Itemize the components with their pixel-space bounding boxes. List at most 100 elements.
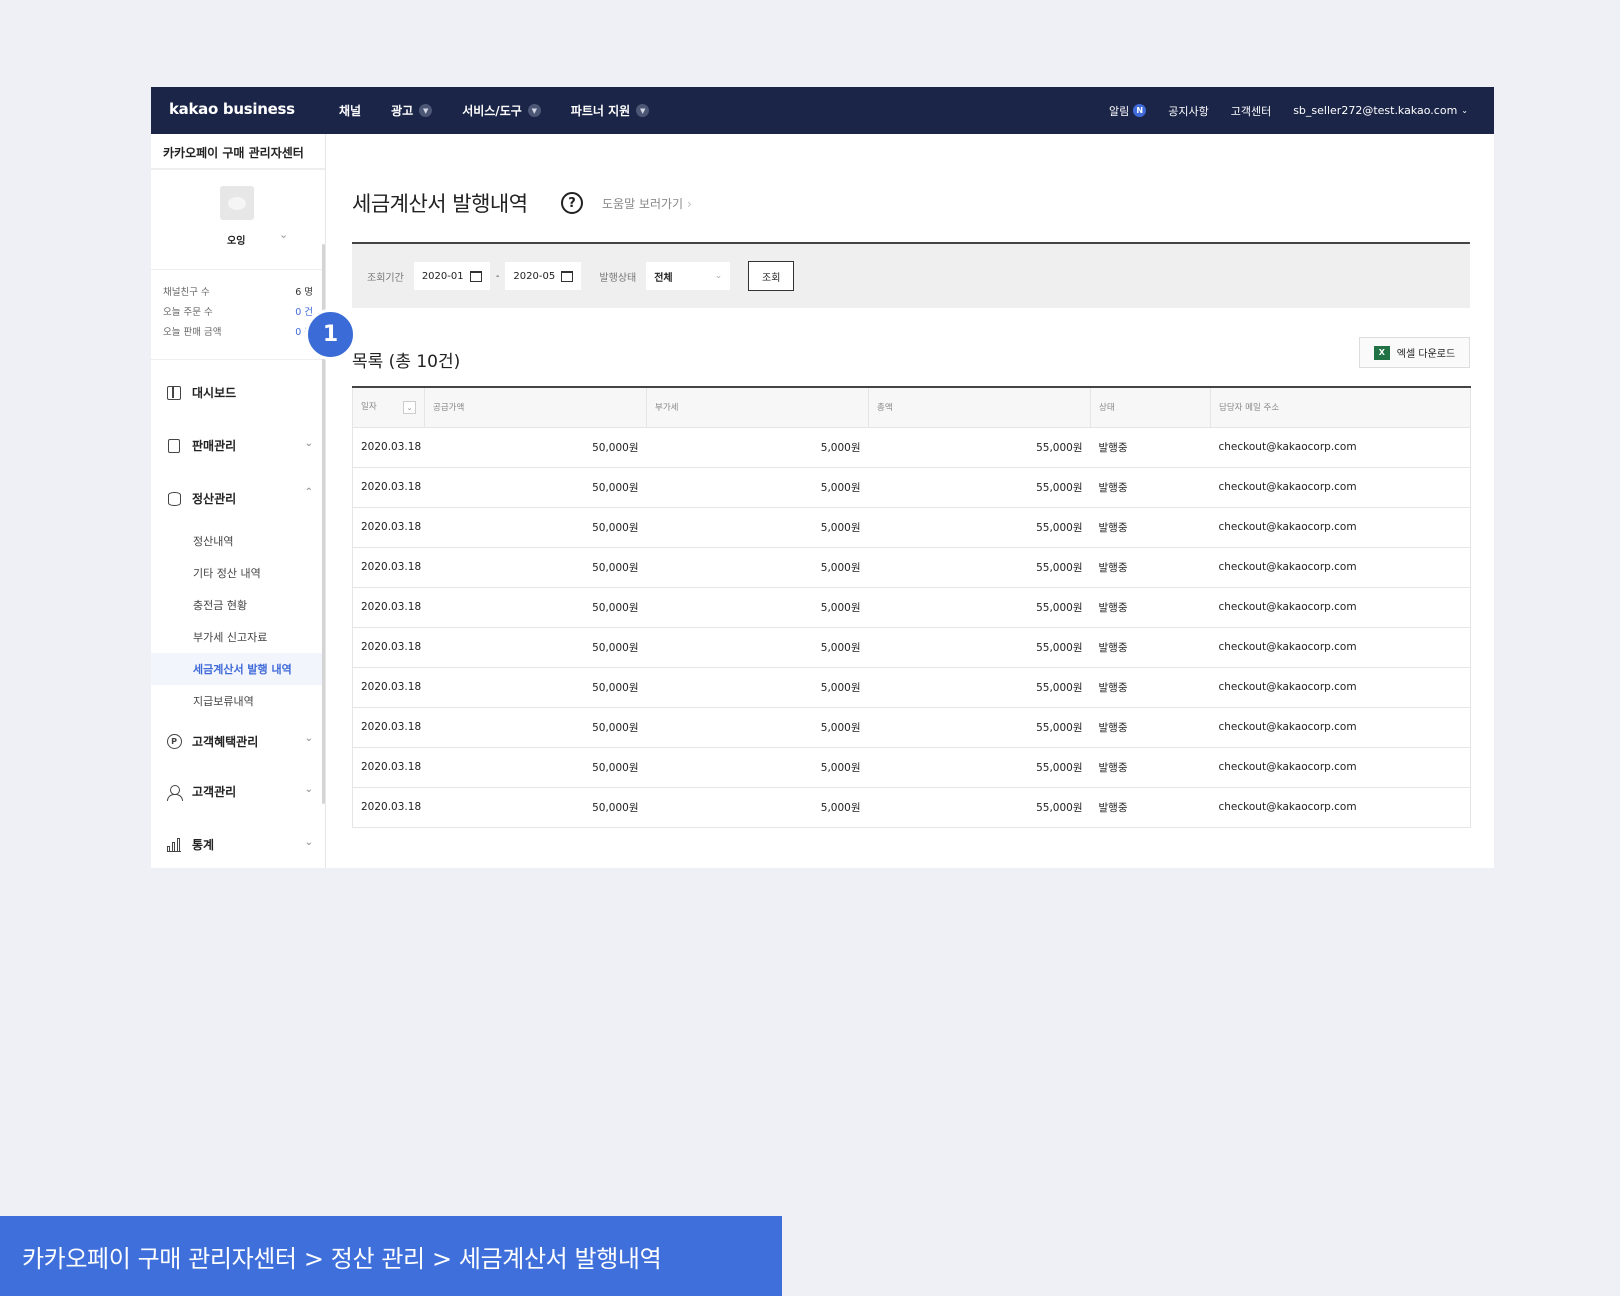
cell-total: 55,000원 bbox=[868, 627, 1091, 668]
table-row[interactable]: 2020.03.18 50,000원 5,000원 55,000원 발행중 checkou… bbox=[352, 667, 1471, 708]
sidebar-subitem-payment-hold[interactable]: 지급보류내역 bbox=[151, 685, 325, 717]
sidebar-item-settlement[interactable]: 정산관리 ⌃ bbox=[151, 472, 325, 525]
sidebar-item-label: 정산관리 bbox=[192, 492, 237, 506]
utility-nav: 알림 N 공지사항 고객센터 sb_seller272@test.kakao.c… bbox=[1087, 87, 1468, 134]
cell-manager-email: checkout@kakaocorp.com bbox=[1210, 747, 1471, 788]
chevron-right-icon: › bbox=[686, 197, 692, 211]
cell-vat: 5,000원 bbox=[646, 427, 869, 468]
sidebar-subitem-settlement-history[interactable]: 정산내역 bbox=[151, 525, 325, 557]
date-to-picker[interactable]: 2020-05 bbox=[505, 262, 582, 290]
sidebar-title: 카카오페이 구매 관리자센터 bbox=[151, 134, 325, 170]
table-row[interactable]: 2020.03.18 50,000원 5,000원 55,000원 발행중 checkou… bbox=[352, 747, 1471, 788]
sidebar: 카카오페이 구매 관리자센터 오잉 ⌄ 채널친구 수 6 명 오늘 주문 수 0… bbox=[151, 134, 326, 868]
clipboard-icon bbox=[166, 438, 182, 454]
sort-dropdown-icon[interactable]: ⌄ bbox=[403, 401, 416, 415]
account-menu[interactable]: sb_seller272@test.kakao.com ⌄ bbox=[1293, 104, 1468, 117]
sidebar-item-dashboard[interactable]: 대시보드 bbox=[151, 366, 325, 419]
customer-center-link[interactable]: 고객센터 bbox=[1231, 103, 1271, 119]
cell-status: 발행중 bbox=[1090, 507, 1211, 548]
cell-date: 2020.03.18 bbox=[352, 547, 425, 588]
stat-sales-today: 오늘 판매 금액 0 원 bbox=[151, 322, 325, 342]
alerts-label: 알림 bbox=[1108, 104, 1130, 118]
date-from-picker[interactable]: 2020-01 bbox=[413, 262, 490, 290]
table-row[interactable]: 2020.03.18 50,000원 5,000원 55,000원 발행중 checkou… bbox=[352, 627, 1471, 668]
points-icon: P bbox=[166, 733, 182, 749]
stat-value[interactable]: 0 건 bbox=[295, 304, 313, 318]
table-row[interactable]: 2020.03.18 50,000원 5,000원 55,000원 발행중 checkou… bbox=[352, 787, 1471, 828]
sidebar-menu: 대시보드 판매관리 ⌄ 정산관리 ⌃ 정산내역 기타 정산 내역 충전금 현황 … bbox=[151, 360, 325, 871]
cell-vat: 5,000원 bbox=[646, 587, 869, 628]
channel-avatar bbox=[220, 186, 254, 220]
app-window: kakao business 채널 광고 ▼ 서비스/도구 ▼ 파트너 지원 ▼… bbox=[151, 87, 1494, 868]
cell-date: 2020.03.18 bbox=[352, 627, 425, 668]
step-marker: 1 bbox=[305, 309, 356, 360]
sidebar-subitem-other-settlement[interactable]: 기타 정산 내역 bbox=[151, 557, 325, 589]
cell-status: 발행중 bbox=[1090, 627, 1211, 668]
nav-partner-label: 파트너 지원 bbox=[570, 104, 631, 118]
nav-services-tools[interactable]: 서비스/도구 ▼ bbox=[462, 102, 541, 119]
table-row[interactable]: 2020.03.18 50,000원 5,000원 55,000원 발행중 checkou… bbox=[352, 467, 1471, 508]
cell-vat: 5,000원 bbox=[646, 627, 869, 668]
chevron-down-icon: ▼ bbox=[527, 104, 541, 117]
cell-date: 2020.03.18 bbox=[352, 467, 425, 508]
table-row[interactable]: 2020.03.18 50,000원 5,000원 55,000원 발행중 checkou… bbox=[352, 427, 1471, 468]
column-header-manager-email: 담당자 메일 주소 bbox=[1210, 387, 1471, 428]
cell-status: 발행중 bbox=[1090, 667, 1211, 708]
nav-channel[interactable]: 채널 bbox=[339, 102, 361, 119]
date-range-dash: - bbox=[495, 270, 500, 282]
cell-manager-email: checkout@kakaocorp.com bbox=[1210, 627, 1471, 668]
notice-link[interactable]: 공지사항 bbox=[1168, 103, 1208, 119]
excel-download-label: 엑셀 다운로드 bbox=[1396, 349, 1456, 360]
sidebar-item-label: 대시보드 bbox=[192, 386, 237, 400]
cell-date: 2020.03.18 bbox=[352, 507, 425, 548]
cell-total: 55,000원 bbox=[868, 787, 1091, 828]
chevron-down-icon: ▼ bbox=[419, 104, 433, 117]
cell-manager-email: checkout@kakaocorp.com bbox=[1210, 707, 1471, 748]
chevron-up-icon: ⌃ bbox=[304, 487, 313, 498]
cell-manager-email: checkout@kakaocorp.com bbox=[1210, 667, 1471, 708]
sidebar-item-sales[interactable]: 판매관리 ⌄ bbox=[151, 419, 325, 472]
chevron-down-icon: ▼ bbox=[636, 104, 650, 117]
sidebar-subitem-charge-status[interactable]: 충전금 현황 bbox=[151, 589, 325, 621]
cell-supply-amount: 50,000원 bbox=[424, 707, 647, 748]
cell-status: 발행중 bbox=[1090, 747, 1211, 788]
sidebar-item-stats[interactable]: 통계 ⌄ bbox=[151, 818, 325, 871]
date-from-value: 2020-01 bbox=[421, 270, 464, 282]
chat-bubble-icon bbox=[228, 196, 246, 210]
status-select-value: 전체 bbox=[654, 272, 673, 284]
cell-total: 55,000원 bbox=[868, 427, 1091, 468]
cell-supply-amount: 50,000원 bbox=[424, 507, 647, 548]
column-header-status: 상태 bbox=[1090, 387, 1211, 428]
table-row[interactable]: 2020.03.18 50,000원 5,000원 55,000원 발행중 checkou… bbox=[352, 507, 1471, 548]
sidebar-item-customer[interactable]: 고객관리 ⌄ bbox=[151, 765, 325, 818]
user-icon bbox=[166, 784, 183, 801]
cell-total: 55,000원 bbox=[868, 747, 1091, 788]
excel-download-button[interactable]: X 엑셀 다운로드 bbox=[1359, 337, 1470, 368]
alerts-link[interactable]: 알림 N bbox=[1108, 103, 1147, 119]
nav-partner-support[interactable]: 파트너 지원 ▼ bbox=[570, 102, 650, 119]
table-row[interactable]: 2020.03.18 50,000원 5,000원 55,000원 발행중 checkou… bbox=[352, 547, 1471, 588]
stat-friends: 채널친구 수 6 명 bbox=[151, 282, 325, 302]
help-icon[interactable]: ? bbox=[561, 192, 583, 214]
channel-profile: 오잉 ⌄ bbox=[151, 170, 325, 270]
cell-manager-email: checkout@kakaocorp.com bbox=[1210, 467, 1471, 508]
cell-vat: 5,000원 bbox=[646, 747, 869, 788]
table-row[interactable]: 2020.03.18 50,000원 5,000원 55,000원 발행중 checkou… bbox=[352, 587, 1471, 628]
cell-supply-amount: 50,000원 bbox=[424, 627, 647, 668]
table-row[interactable]: 2020.03.18 50,000원 5,000원 55,000원 발행중 checkou… bbox=[352, 707, 1471, 748]
cell-supply-amount: 50,000원 bbox=[424, 427, 647, 468]
search-button[interactable]: 조회 bbox=[748, 261, 795, 291]
sidebar-item-customer-benefit[interactable]: P 고객혜택관리 ⌄ bbox=[151, 717, 325, 765]
column-header-supply-amount: 공급가액 bbox=[424, 387, 647, 428]
help-link[interactable]: 도움말 보러가기 › bbox=[602, 195, 692, 212]
status-select[interactable]: 전체 ⌄ bbox=[646, 262, 731, 290]
column-header-date[interactable]: 일자 ⌄ bbox=[352, 387, 425, 428]
excel-icon: X bbox=[1373, 345, 1390, 360]
help-link-label: 도움말 보러가기 bbox=[602, 197, 684, 211]
channel-switch-chevron-icon[interactable]: ⌄ bbox=[279, 228, 288, 241]
nav-ads[interactable]: 광고 ▼ bbox=[391, 102, 433, 119]
nav-channel-label: 채널 bbox=[339, 104, 362, 118]
kakao-business-logo[interactable]: kakao business bbox=[169, 100, 295, 118]
sidebar-subitem-tax-invoice[interactable]: 세금계산서 발행 내역 bbox=[151, 653, 325, 685]
sidebar-subitem-vat-report[interactable]: 부가세 신고자료 bbox=[151, 621, 325, 653]
